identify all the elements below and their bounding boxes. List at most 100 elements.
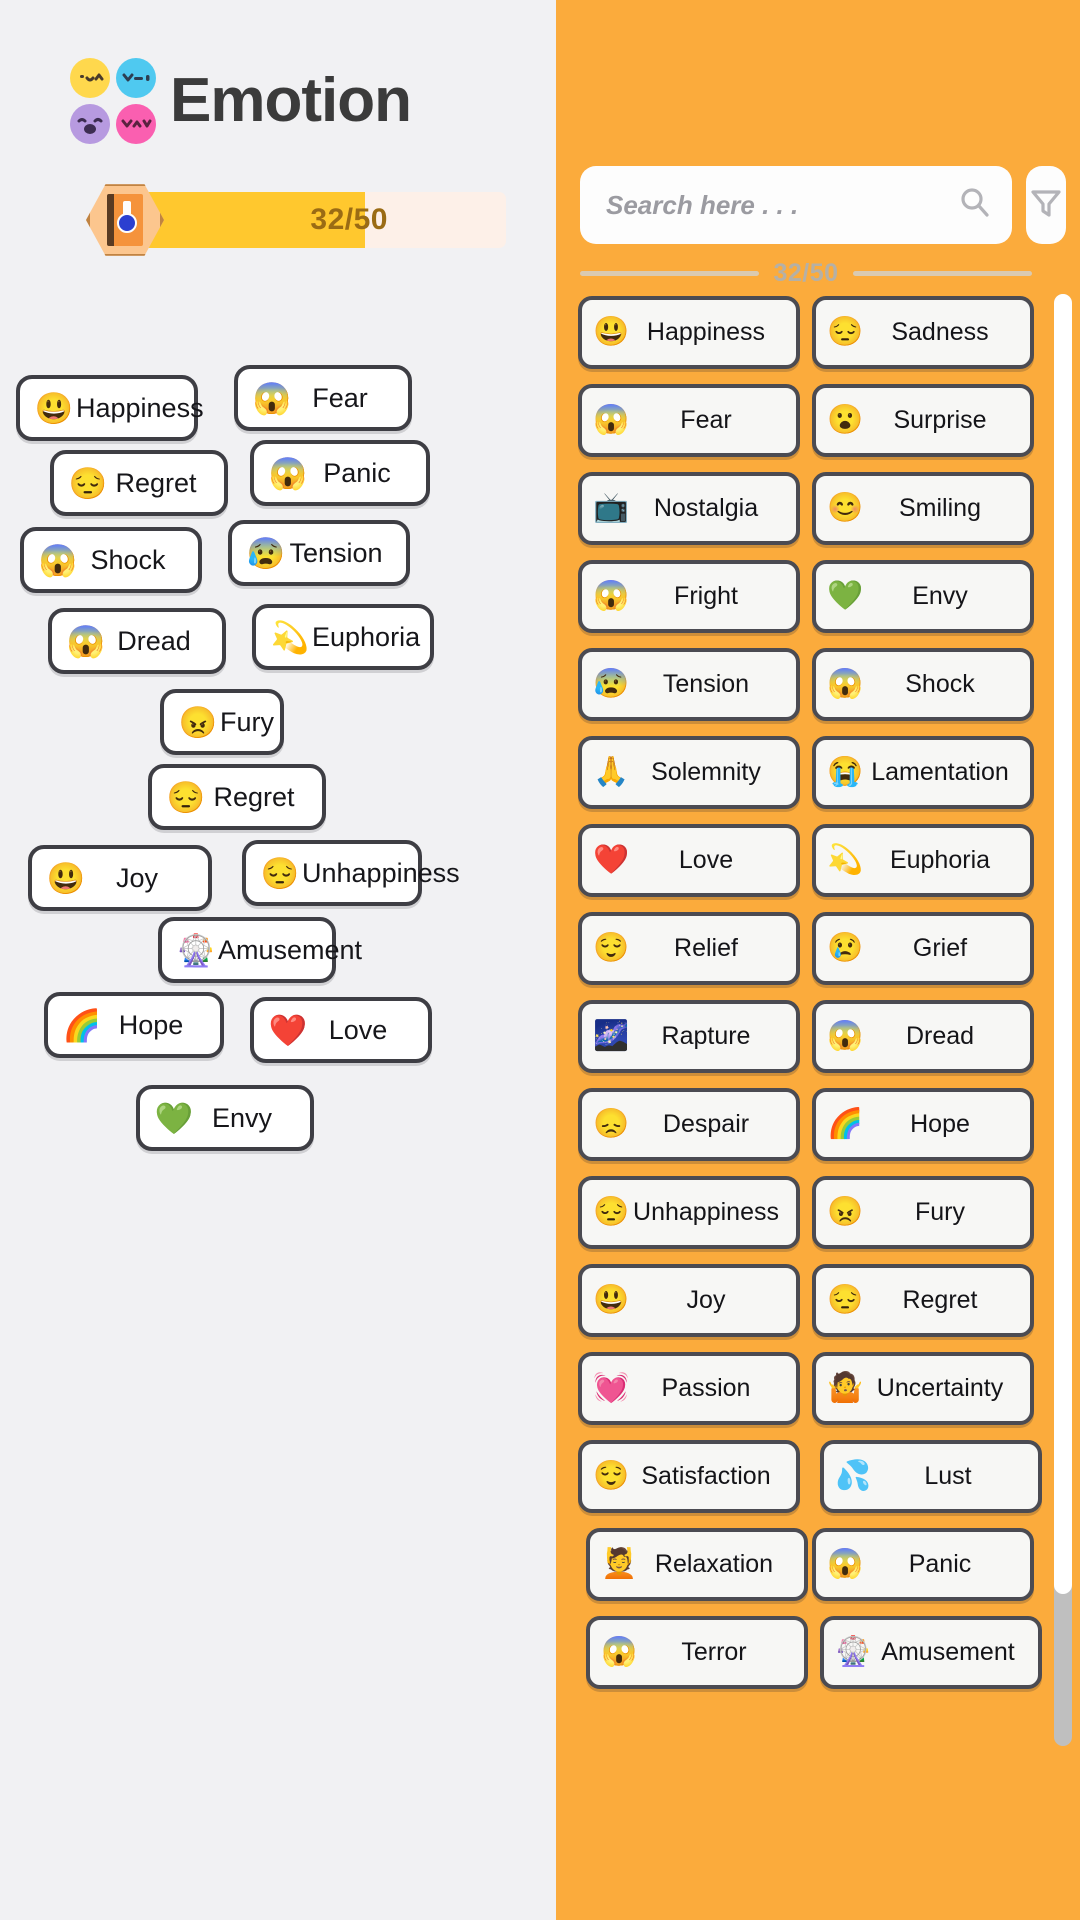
catalog-chip[interactable]: 😌 Relief xyxy=(578,912,800,985)
emotion-label: Fury xyxy=(220,706,274,737)
emotion-collection-screen: Emotion 32/50 😃 Happiness 😱 Fear 😔 Regret 😱 Pan… xyxy=(0,0,1080,1920)
collected-chip[interactable]: 😱 Dread xyxy=(48,608,226,674)
collected-chip[interactable]: 😱 Shock xyxy=(20,527,202,593)
catalog-chip[interactable]: 🌈 Hope xyxy=(812,1088,1034,1161)
emotion-emoji-icon: 🤷 xyxy=(826,1372,864,1404)
catalog-chip[interactable]: 🎡 Amusement xyxy=(820,1616,1042,1689)
catalog-chip[interactable]: 😞 Despair xyxy=(578,1088,800,1161)
emotion-emoji-icon: 💚 xyxy=(154,1100,194,1136)
catalog-chip[interactable]: 💫 Euphoria xyxy=(812,824,1034,897)
catalog-scroll-area[interactable]: 😃 Happiness 😔 Sadness 😱 Fear 😮 Surprise 📺 Nostalg… xyxy=(556,296,1080,1746)
catalog-chip[interactable]: 😔 Sadness xyxy=(812,296,1034,369)
catalog-chip[interactable]: 😔 Unhappiness xyxy=(578,1176,800,1249)
emotion-label: Panic xyxy=(323,457,391,488)
emotion-label: Amusement xyxy=(881,1638,1015,1666)
emotion-emoji-icon: 💫 xyxy=(826,844,864,876)
catalog-chip[interactable]: 😱 Fright xyxy=(578,560,800,633)
emotion-label: Fear xyxy=(680,406,732,434)
collected-chip[interactable]: 🌈 Hope xyxy=(44,992,224,1058)
catalog-chip[interactable]: 😱 Panic xyxy=(812,1528,1034,1601)
catalog-chip[interactable]: 😃 Joy xyxy=(578,1264,800,1337)
collected-chip[interactable]: 💫 Euphoria xyxy=(252,604,434,670)
collected-chip[interactable]: 😃 Joy xyxy=(28,845,212,911)
emotion-label: Regret xyxy=(213,781,295,812)
catalog-chip[interactable]: 🌌 Rapture xyxy=(578,1000,800,1073)
logo-face-yellow-icon xyxy=(70,58,110,98)
catalog-chip[interactable]: 😮 Surprise xyxy=(812,384,1034,457)
emotion-emoji-icon: 😃 xyxy=(46,860,86,896)
emotion-emoji-icon: 😱 xyxy=(600,1636,638,1668)
emotion-label: Terror xyxy=(681,1638,747,1666)
catalog-chip[interactable]: 😰 Tension xyxy=(578,648,800,721)
emotion-label: Amusement xyxy=(218,934,363,965)
collected-chip[interactable]: 💚 Envy xyxy=(136,1085,314,1151)
emotion-label: Hope xyxy=(118,1009,184,1040)
collected-chip[interactable]: 😱 Fear xyxy=(234,365,412,431)
search-input[interactable] xyxy=(606,189,958,221)
emotion-label: Euphoria xyxy=(312,621,421,652)
catalog-chip[interactable]: 😌 Satisfaction xyxy=(578,1440,800,1513)
catalog-chip[interactable]: 😢 Grief xyxy=(812,912,1034,985)
collected-chip[interactable]: 😔 Unhappiness xyxy=(242,840,460,906)
emotion-emoji-icon: 😔 xyxy=(826,1284,864,1316)
scrollbar-track[interactable] xyxy=(1054,294,1072,1746)
catalog-chip[interactable]: 🤷 Uncertainty xyxy=(812,1352,1034,1425)
collected-chip[interactable]: 😠 Fury xyxy=(160,689,284,755)
emotion-emoji-icon: 📺 xyxy=(592,492,630,524)
collected-chip[interactable]: 😱 Panic xyxy=(250,440,430,506)
collected-chip[interactable]: 😔 Regret xyxy=(50,450,228,516)
emotion-emoji-icon: 😱 xyxy=(66,623,106,659)
catalog-chip[interactable]: 😃 Happiness xyxy=(578,296,800,369)
search-icon[interactable] xyxy=(958,186,992,225)
emotion-emoji-icon: 💚 xyxy=(826,580,864,612)
collected-chip[interactable]: 🎡 Amusement xyxy=(158,917,362,983)
emotion-label: Surprise xyxy=(893,406,987,434)
catalog-chip[interactable]: 😊 Smiling xyxy=(812,472,1034,545)
catalog-chip[interactable]: 📺 Nostalgia xyxy=(578,472,800,545)
catalog-chip[interactable]: 💓 Passion xyxy=(578,1352,800,1425)
scrollbar-thumb[interactable] xyxy=(1054,294,1072,1594)
emotion-label: Fright xyxy=(674,582,738,610)
emotion-label: Fury xyxy=(915,1198,965,1226)
emotion-emoji-icon: 😔 xyxy=(592,1196,630,1228)
emotion-label: Shock xyxy=(90,544,166,575)
catalog-chip[interactable]: 💚 Envy xyxy=(812,560,1034,633)
catalog-chip[interactable]: 😔 Regret xyxy=(812,1264,1034,1337)
filter-button[interactable] xyxy=(1026,166,1066,244)
collected-chip[interactable]: ❤️ Love xyxy=(250,997,432,1063)
emotion-label: Regret xyxy=(902,1286,978,1314)
emotion-label: Relaxation xyxy=(654,1550,774,1578)
catalog-chip[interactable]: ❤️ Love xyxy=(578,824,800,897)
emotion-label: Nostalgia xyxy=(653,494,759,522)
progress-label: 32/50 xyxy=(310,203,388,236)
emotion-label: Solemnity xyxy=(651,758,761,786)
catalog-chip[interactable]: 😱 Shock xyxy=(812,648,1034,721)
catalog-chip[interactable]: 💦 Lust xyxy=(820,1440,1042,1513)
collected-chip[interactable]: 😃 Happiness xyxy=(16,375,204,441)
emotion-label: Unhappiness xyxy=(633,1198,779,1226)
emotion-label: Envy xyxy=(912,582,968,610)
catalog-chip-grid: 😃 Happiness 😔 Sadness 😱 Fear 😮 Surprise 📺 Nostalg… xyxy=(556,296,1080,1689)
catalog-chip[interactable]: 💆 Relaxation xyxy=(586,1528,808,1601)
collected-chip[interactable]: 😔 Regret xyxy=(148,764,326,830)
catalog-chip[interactable]: 🙏 Solemnity xyxy=(578,736,800,809)
emotion-emoji-icon: 😠 xyxy=(826,1196,864,1228)
emotion-emoji-icon: 🌈 xyxy=(826,1108,864,1140)
catalog-chip[interactable]: 😱 Fear xyxy=(578,384,800,457)
emotion-emoji-icon: 🙏 xyxy=(592,756,630,788)
collected-chip[interactable]: 😰 Tension xyxy=(228,520,410,586)
emotion-label: Joy xyxy=(115,862,159,893)
emotion-label: Grief xyxy=(912,934,968,962)
search-box[interactable] xyxy=(580,166,1012,244)
flask-body-icon xyxy=(117,213,137,233)
catalog-chip[interactable]: 😭 Lamentation xyxy=(812,736,1034,809)
progress-badge xyxy=(86,182,164,258)
emotion-label: Unhappiness xyxy=(302,857,460,888)
catalog-chip[interactable]: 😱 Terror xyxy=(586,1616,808,1689)
emotion-emoji-icon: 😱 xyxy=(826,1548,864,1580)
catalog-chip[interactable]: 😱 Dread xyxy=(812,1000,1034,1073)
emotion-emoji-icon: 😱 xyxy=(592,580,630,612)
emotion-emoji-icon: 💫 xyxy=(270,619,310,655)
emotion-emoji-icon: 😮 xyxy=(826,404,864,436)
catalog-chip[interactable]: 😠 Fury xyxy=(812,1176,1034,1249)
